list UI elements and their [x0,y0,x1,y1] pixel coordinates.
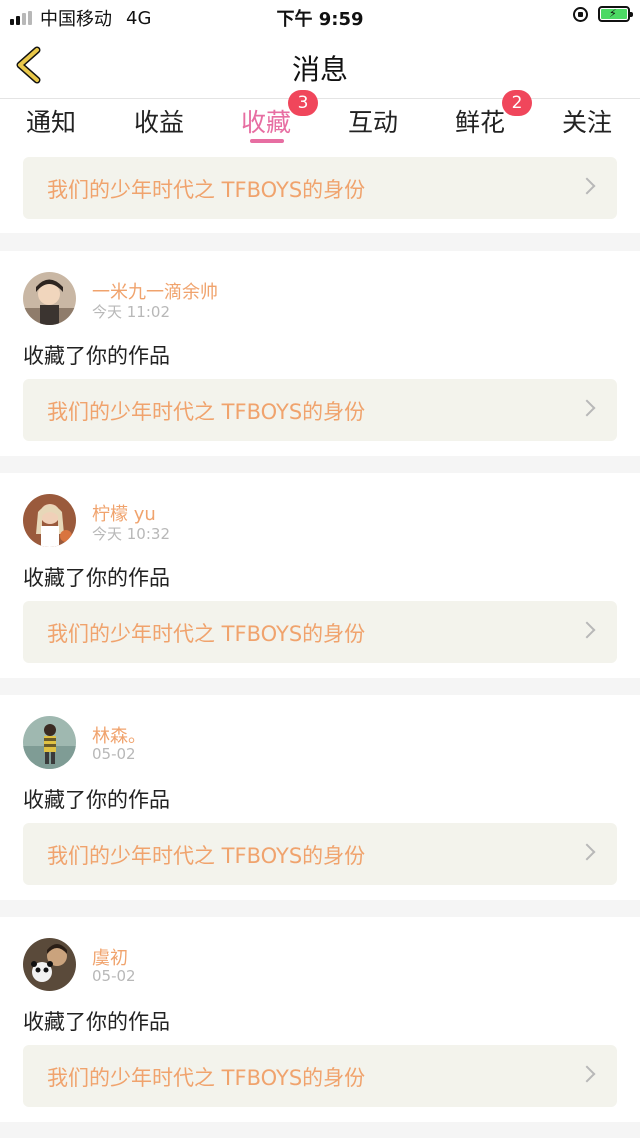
timestamp: 今天 11:02 [92,303,170,321]
tab-follow[interactable]: 关注 [562,103,612,139]
work-card[interactable]: 我们的少年时代之 TFBOYS的身份 [23,157,617,219]
status-bar-right: ⚡ [573,6,633,22]
flowers-badge: 2 [502,90,532,116]
timestamp: 今天 10:32 [92,525,170,543]
chevron-right-icon [578,399,596,417]
work-title: 我们的少年时代之 TFBOYS的身份 [47,844,366,868]
tab-flowers[interactable]: 鲜花 [455,103,505,139]
avatar[interactable] [23,494,76,547]
chevron-right-icon [578,177,596,195]
action-text: 收藏了你的作品 [23,344,170,368]
timestamp: 05-02 [92,967,136,985]
tab-favorites[interactable]: 收藏 [241,103,291,139]
timestamp: 05-02 [92,745,136,763]
tab-earnings[interactable]: 收益 [134,103,184,139]
work-card[interactable]: 我们的少年时代之 TFBOYS的身份 [23,1045,617,1107]
favorites-badge: 3 [288,90,318,116]
work-title: 我们的少年时代之 TFBOYS的身份 [47,622,366,646]
page-title: 消息 [291,53,348,86]
status-time: 下午 9:59 [276,9,364,30]
work-title: 我们的少年时代之 TFBOYS的身份 [47,400,366,424]
avatar[interactable] [23,938,76,991]
active-tab-indicator [250,139,284,143]
tab-notice[interactable]: 通知 [26,103,76,139]
work-card[interactable]: 我们的少年时代之 TFBOYS的身份 [23,379,617,441]
work-card[interactable]: 我们的少年时代之 TFBOYS的身份 [23,823,617,885]
chevron-right-icon [578,843,596,861]
chevron-right-icon [578,1065,596,1083]
tab-bar: 通知 收益 收藏 3 互动 鲜花 2 关注 [0,90,640,149]
rotation-lock-icon [573,6,588,22]
work-title: 我们的少年时代之 TFBOYS的身份 [47,1066,366,1090]
work-card[interactable]: 我们的少年时代之 TFBOYS的身份 [23,601,617,663]
avatar[interactable] [23,272,76,325]
status-bar: 中国移动 4G 下午 9:59 ⚡ [0,0,640,32]
work-title: 我们的少年时代之 TFBOYS的身份 [47,178,366,202]
battery-icon: ⚡ [598,6,633,22]
message-item: 林森。 05-02 收藏了你的作品 我们的少年时代之 TFBOYS的身份 [0,695,640,900]
chevron-right-icon [578,621,596,639]
action-text: 收藏了你的作品 [23,1010,170,1034]
message-item: 柠檬 yu 今天 10:32 收藏了你的作品 我们的少年时代之 TFBOYS的身… [0,473,640,678]
action-text: 收藏了你的作品 [23,566,170,590]
avatar[interactable] [23,716,76,769]
nav-header: 消息 [0,32,640,99]
message-item: 虞初 05-02 收藏了你的作品 我们的少年时代之 TFBOYS的身份 [0,917,640,1122]
message-item-partial: 我们的少年时代之 TFBOYS的身份 [0,149,640,233]
message-item: 一米九一滴余帅 今天 11:02 收藏了你的作品 我们的少年时代之 TFBOYS… [0,251,640,456]
tab-interaction[interactable]: 互动 [348,103,398,139]
action-text: 收藏了你的作品 [23,788,170,812]
